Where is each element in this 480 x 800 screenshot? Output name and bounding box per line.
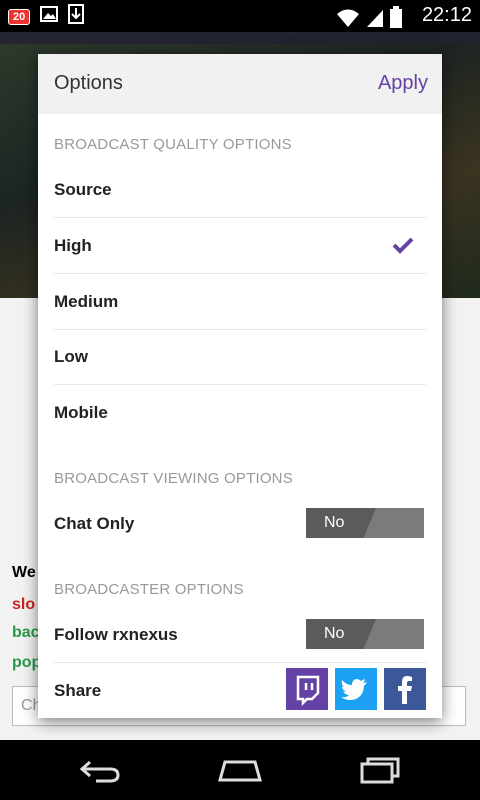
navigation-bar — [0, 740, 480, 800]
quality-option-label: Medium — [54, 291, 119, 311]
quality-option-label: Mobile — [54, 402, 108, 422]
dialog-header: Options Apply — [38, 54, 442, 114]
facebook-icon — [398, 676, 412, 704]
twitch-icon — [296, 675, 320, 707]
image-icon — [40, 6, 59, 27]
chat-line: bac — [12, 624, 40, 641]
broadcaster-section-header: BROADCASTER OPTIONS — [54, 581, 244, 598]
back-icon[interactable] — [78, 756, 122, 784]
home-icon[interactable] — [216, 756, 264, 784]
signal-icon — [366, 8, 384, 33]
follow-toggle[interactable]: No — [306, 619, 424, 649]
quality-option-label: Low — [54, 346, 88, 366]
recents-icon[interactable] — [358, 756, 404, 784]
share-facebook-button[interactable] — [384, 668, 426, 710]
chat-only-toggle[interactable]: No — [306, 508, 424, 538]
quality-option-source[interactable]: Source — [54, 162, 426, 218]
follow-value: No — [324, 625, 345, 642]
download-icon — [68, 4, 85, 29]
follow-label: Follow rxnexus — [54, 624, 178, 644]
quality-option-high[interactable]: High — [54, 218, 426, 274]
quality-option-medium[interactable]: Medium — [54, 274, 426, 330]
checkmark-icon — [392, 237, 414, 254]
share-label: Share — [54, 680, 102, 700]
viewing-section-header: BROADCAST VIEWING OPTIONS — [54, 470, 293, 487]
share-twitter-button[interactable] — [335, 668, 377, 710]
chat-only-value: No — [324, 514, 345, 531]
chat-line: We — [12, 564, 36, 581]
share-twitch-button[interactable] — [286, 668, 328, 710]
chat-line: slo — [12, 596, 36, 613]
dialog-title: Options — [54, 72, 123, 94]
apply-button[interactable]: Apply — [378, 72, 428, 95]
quality-option-mobile[interactable]: Mobile — [54, 385, 426, 440]
options-dialog: Options Apply BROADCAST QUALITY OPTIONS … — [38, 54, 442, 718]
chat-only-label: Chat Only — [54, 513, 135, 533]
video-overlay-bar — [0, 32, 480, 44]
chat-line: pop — [12, 654, 42, 671]
wifi-icon — [336, 8, 360, 33]
twitter-icon — [341, 679, 367, 700]
quality-option-low[interactable]: Low — [54, 329, 426, 385]
clock: 22:12 — [421, 4, 472, 26]
quality-section-header: BROADCAST QUALITY OPTIONS — [54, 136, 292, 153]
notification-badge: 20 — [8, 8, 31, 25]
status-bar: 20 22:12 — [0, 0, 480, 32]
battery-icon — [390, 6, 402, 33]
quality-option-label: Source — [54, 179, 112, 199]
quality-option-label: High — [54, 235, 92, 255]
